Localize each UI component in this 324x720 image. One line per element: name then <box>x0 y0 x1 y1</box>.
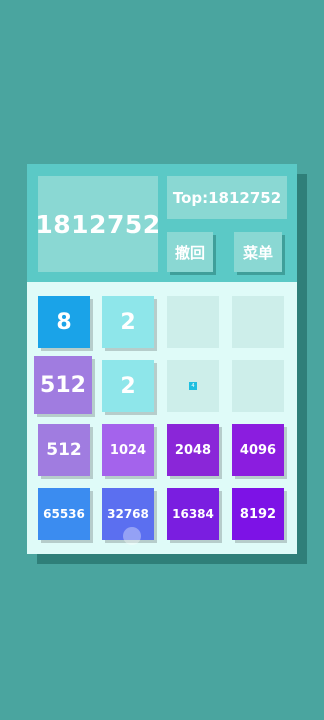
grid-cell <box>167 296 219 348</box>
current-score: 1812752 <box>35 176 160 272</box>
tile-r3c1: 512 <box>38 424 90 476</box>
tile-r4c4: 8192 <box>232 488 284 540</box>
grid-cell <box>232 296 284 348</box>
tile-r4c1: 65536 <box>38 488 90 540</box>
tile-r2c2: 2 <box>102 360 154 412</box>
tile-r2c1: 512 <box>34 356 92 414</box>
tile-r3c3: 2048 <box>167 424 219 476</box>
tile-r2c3-spawning: 4 <box>189 382 197 390</box>
tile-r1c2: 2 <box>102 296 154 348</box>
touch-indicator <box>123 527 141 545</box>
score-header: 1812752 Top:1812752 撤回 菜单 <box>27 164 297 282</box>
tile-r3c4: 4096 <box>232 424 284 476</box>
menu-button[interactable]: 菜单 <box>234 232 282 272</box>
tile-r3c2: 1024 <box>102 424 154 476</box>
tile-r4c3: 16384 <box>167 488 219 540</box>
best-score: Top:1812752 <box>167 176 287 219</box>
game-screen: 1812752 Top:1812752 撤回 菜单 8 2 512 2 4 51… <box>0 0 324 720</box>
tile-r1c1: 8 <box>38 296 90 348</box>
tile-grid[interactable]: 8 2 512 2 4 512 1024 2048 4096 65536 327… <box>27 282 297 554</box>
game-board: 1812752 Top:1812752 撤回 菜单 8 2 512 2 4 51… <box>27 164 297 554</box>
grid-cell <box>232 360 284 412</box>
undo-button[interactable]: 撤回 <box>167 232 213 272</box>
